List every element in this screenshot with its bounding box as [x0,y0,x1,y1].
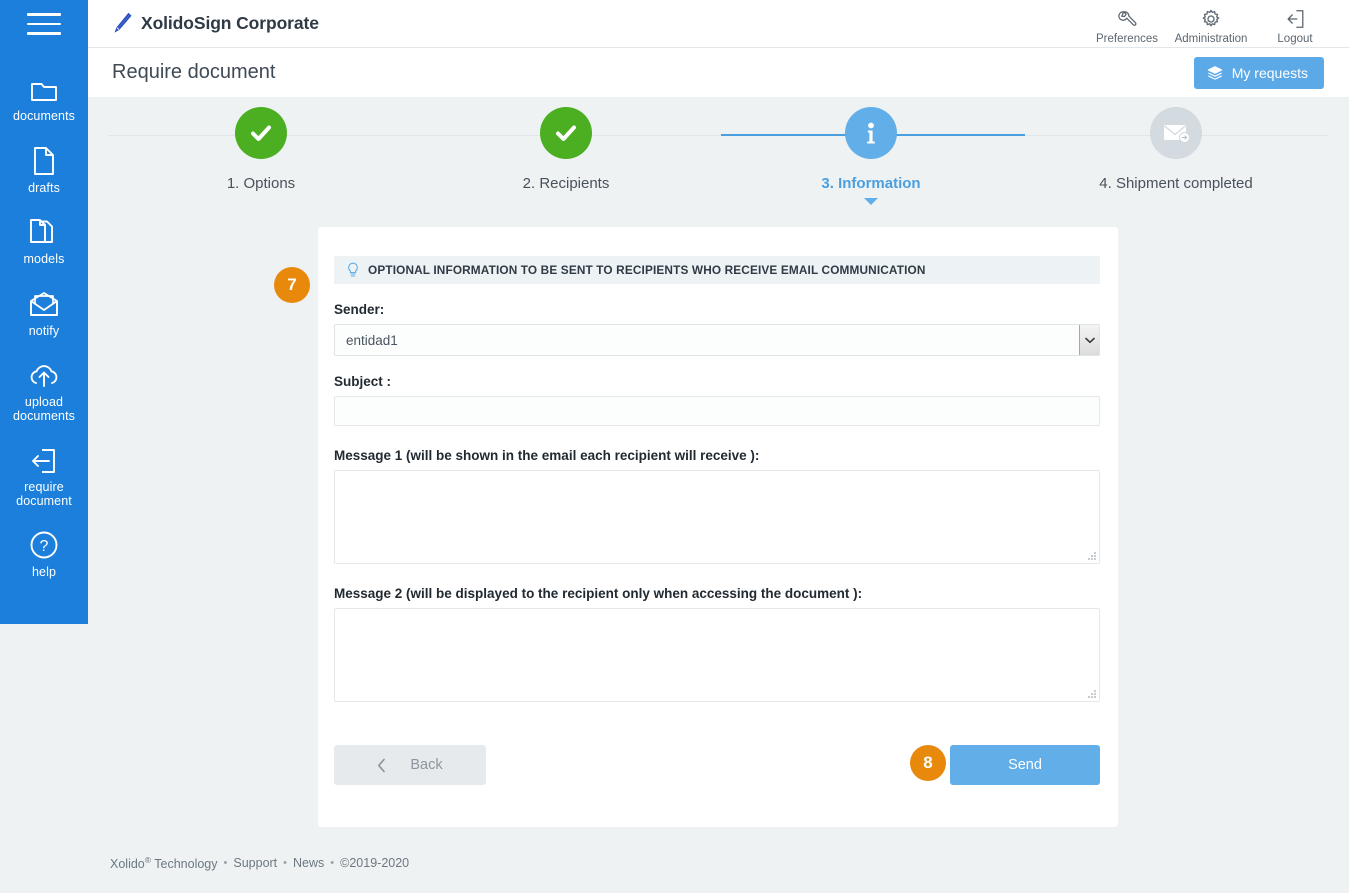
layers-icon [1207,65,1223,81]
send-button[interactable]: Send [950,745,1100,785]
envelope-send-icon [1150,107,1202,159]
message2-label: Message 2 (will be displayed to the reci… [334,586,863,601]
documents-stack-icon [29,213,59,247]
page-title-bar: Require document My requests [88,48,1349,97]
stepper-label: 3. Information [821,175,921,192]
check-icon [235,107,287,159]
stepper-step-2[interactable]: 2. Recipients [456,107,676,192]
sidebar-item-require-document[interactable]: require document [0,429,88,514]
sidebar-item-label: help [31,565,57,579]
logout-label: Logout [1277,32,1313,45]
my-requests-label: My requests [1231,64,1308,81]
footer-link-news[interactable]: News [293,856,324,870]
sender-label: Sender: [334,302,385,317]
logout-button[interactable]: Logout [1253,3,1337,45]
sidebar-item-label: require document [16,480,72,508]
message1-label: Message 1 (will be shown in the email ea… [334,448,760,463]
sidebar-item-documents[interactable]: documents [0,58,88,130]
stepper-step-3[interactable]: 3. Information [761,107,981,205]
sender-select-wrap: entidad1 [334,324,1100,356]
lightbulb-icon [346,262,360,278]
information-form-card: OPTIONAL INFORMATION TO BE SENT TO RECIP… [318,227,1118,827]
wrench-icon [1116,7,1138,31]
back-button[interactable]: Back [334,745,486,785]
document-icon [32,142,56,176]
sidebar: documents drafts models notify upload do [0,0,88,624]
sidebar-item-label: notify [28,323,60,338]
step-badge-7-value: 7 [287,275,297,294]
cloud-upload-icon [27,356,61,390]
preferences-button[interactable]: Preferences [1085,3,1169,45]
footer-copyright: ©2019-2020 [340,856,410,870]
footer-separator: • [283,857,288,869]
sidebar-item-upload-documents[interactable]: upload documents [0,344,88,429]
sidebar-item-help[interactable]: ? help [0,514,88,586]
gear-icon [1200,7,1222,31]
door-exit-icon [29,441,59,475]
sender-select[interactable]: entidad1 [334,324,1100,356]
card-button-row: Back Send [334,745,1100,785]
footer-content: Xolido® Technology • Support • News • ©2… [110,855,409,871]
step-badge-7: 7 [274,267,310,303]
stepper-label: 4. Shipment completed [1099,175,1253,192]
stepper: 1. Options 2. Recipients 3. Information … [88,97,1349,217]
chevron-left-icon [377,758,386,773]
administration-label: Administration [1174,32,1248,45]
panel-header: OPTIONAL INFORMATION TO BE SENT TO RECIP… [334,256,1100,284]
sidebar-item-label: documents [12,109,76,123]
page-title: Require document [112,61,276,83]
pen-icon [111,11,133,37]
sidebar-item-label: drafts [28,180,60,195]
stepper-label: 1. Options [226,175,296,192]
envelope-open-icon [28,285,60,319]
stepper-caret-icon [864,198,878,205]
topbar-actions: Preferences Administration Logout [1085,3,1349,45]
message2-textarea[interactable] [334,608,1100,702]
question-circle-icon: ? [29,526,59,560]
hamburger-bar [27,13,61,16]
sidebar-item-models[interactable]: models [0,201,88,273]
panel-header-text: OPTIONAL INFORMATION TO BE SENT TO RECIP… [368,263,926,277]
footer-separator: • [223,857,228,869]
back-label: Back [410,757,443,773]
svg-text:?: ? [40,538,49,555]
stepper-label: 2. Recipients [522,175,610,192]
sidebar-item-label: upload documents [12,395,76,423]
subject-label: Subject : [334,374,392,389]
form: Sender: entidad1 Subject : Message 1 (wi… [318,302,1118,702]
sidebar-item-label: models [23,252,65,266]
step-badge-8-value: 8 [923,753,933,772]
subject-input[interactable] [334,396,1100,426]
administration-button[interactable]: Administration [1169,3,1253,45]
hamburger-bar [27,22,61,26]
folder-icon [30,70,58,104]
stepper-step-1[interactable]: 1. Options [151,107,371,192]
message1-wrap [334,470,1100,564]
brand-title: XolidoSign Corporate [141,13,319,33]
topbar: XolidoSign Corporate Preferences Adminis… [88,0,1349,48]
sidebar-item-notify[interactable]: notify [0,273,88,345]
preferences-label: Preferences [1095,32,1158,45]
message2-wrap [334,608,1100,702]
message1-textarea[interactable] [334,470,1100,564]
step-badge-8: 8 [910,745,946,781]
footer-brand: Xolido® Technology [110,854,218,872]
my-requests-button[interactable]: My requests [1193,56,1324,89]
check-icon [540,107,592,159]
footer: Xolido® Technology • Support • News • ©2… [88,833,1349,893]
footer-link-support[interactable]: Support [233,856,277,870]
app-root: documents drafts models notify upload do [0,0,1349,893]
logout-icon [1284,7,1306,31]
hamburger-icon[interactable] [0,0,88,48]
brand[interactable]: XolidoSign Corporate [111,11,319,37]
hamburger-bar [27,32,61,35]
info-icon [845,107,897,159]
sidebar-item-drafts[interactable]: drafts [0,130,88,202]
footer-separator: • [330,857,335,869]
stepper-step-4[interactable]: 4. Shipment completed [1066,107,1286,192]
send-label: Send [1008,757,1042,773]
